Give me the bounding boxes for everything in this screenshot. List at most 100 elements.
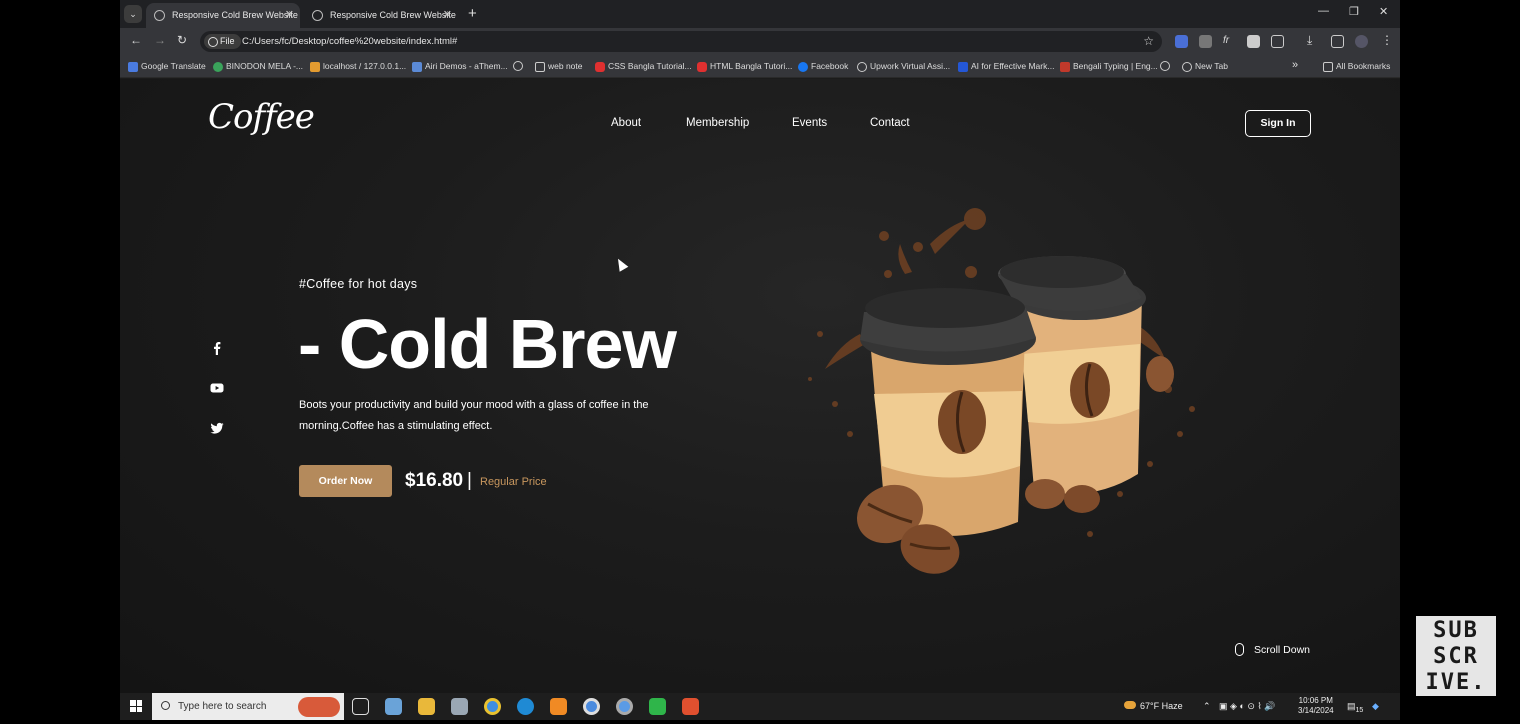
nav-events[interactable]: Events (792, 117, 827, 129)
edge-icon[interactable] (517, 698, 534, 715)
site-logo[interactable]: Coffee (208, 97, 315, 137)
bookmark-item-globe[interactable] (1160, 55, 1170, 78)
facebook-icon[interactable] (210, 341, 224, 355)
chrome-icon[interactable] (484, 698, 501, 715)
tab-inactive[interactable]: Responsive Cold Brew Website ✕ (304, 3, 458, 28)
minimize-button[interactable]: — (1318, 5, 1329, 17)
order-now-button[interactable]: Order Now (299, 465, 392, 497)
browser-window: ⌄ Responsive Cold Brew Website ✕ Respons… (120, 0, 1400, 693)
nav-contact[interactable]: Contact (870, 117, 910, 129)
notifications-icon[interactable]: ▤15 (1347, 693, 1363, 724)
bookmark-item[interactable]: HTML Bangla Tutori... (697, 55, 792, 78)
tab-strip: ⌄ Responsive Cold Brew Website ✕ Respons… (120, 0, 1400, 28)
camtasia-icon[interactable] (649, 698, 666, 715)
subscribe-watermark: SUB SCR IVE. (1416, 616, 1496, 696)
bookmarks-bar: Google Translate BINODON MELA -... local… (120, 55, 1400, 78)
windows-start-icon[interactable] (130, 700, 142, 712)
translate-extension-icon[interactable] (1175, 35, 1188, 48)
fx-extension-icon[interactable]: fr (1223, 35, 1236, 48)
search-placeholder: Type here to search (178, 701, 267, 712)
tab-title: Responsive Cold Brew Website (330, 10, 456, 20)
bookmark-item[interactable]: Facebook (798, 55, 848, 78)
tray-chevron-icon[interactable]: ⌃ (1203, 693, 1211, 720)
price-separator: | (467, 470, 472, 491)
bookmark-item[interactable]: BINODON MELA -... (213, 55, 303, 78)
bookmark-item-globe[interactable] (513, 55, 523, 78)
bookmark-item[interactable]: Airi Demos - aThem... (412, 55, 508, 78)
coffee-cups-illustration (808, 208, 1195, 574)
browser-toolbar: ← → ↻ File C:/Users/fc/Desktop/coffee%20… (120, 28, 1400, 55)
app-icon[interactable] (451, 698, 468, 715)
notification-count: 15 (1355, 706, 1364, 714)
scroll-down-label: Scroll Down (1254, 644, 1311, 656)
nav-membership[interactable]: Membership (686, 117, 749, 129)
mouse-cursor-icon (613, 256, 629, 272)
windows-taskbar: Type here to search 67°F Haze ⌃ ▣ ◈ ◐ ⊙ … (120, 693, 1400, 720)
hero-description: Boots your productivity and build your m… (299, 399, 649, 432)
sign-in-button[interactable]: Sign In (1245, 110, 1311, 137)
site-info-chip[interactable]: File (204, 34, 241, 49)
weather-widget[interactable]: 67°F Haze (1124, 693, 1183, 720)
bookmark-item[interactable]: AI for Effective Mark... (958, 55, 1054, 78)
task-view-icon[interactable] (352, 698, 369, 715)
nav-about[interactable]: About (611, 117, 641, 129)
bookmark-item[interactable]: Bengali Typing | Eng... (1060, 55, 1158, 78)
bookmark-item[interactable]: New Tab (1182, 55, 1228, 78)
extensions-puzzle-icon[interactable] (1271, 35, 1284, 48)
sublime-text-icon[interactable] (550, 698, 567, 715)
reload-button[interactable]: ↻ (177, 33, 187, 47)
bookmark-item[interactable]: CSS Bangla Tutorial... (595, 55, 692, 78)
forward-button[interactable]: → (154, 33, 166, 47)
close-tab-icon[interactable]: ✕ (443, 3, 452, 28)
close-window-button[interactable]: ✕ (1379, 5, 1388, 18)
youtube-icon[interactable] (210, 381, 224, 395)
mouse-icon (1235, 643, 1244, 656)
coffee-landing-page: Coffee About Membership Events Contact S… (120, 79, 1400, 693)
weather-icon (1124, 701, 1136, 709)
new-tab-button[interactable]: + (468, 5, 477, 22)
tab-active[interactable]: Responsive Cold Brew Website ✕ (146, 3, 300, 28)
chrome-profile-icon[interactable] (616, 698, 633, 715)
taskbar-clock[interactable]: 10:06 PM 3/14/2024 (1298, 696, 1334, 716)
download-icon[interactable]: ⤓ (1307, 33, 1312, 48)
recorder-icon[interactable] (682, 698, 699, 715)
regular-price-label: Regular Price (480, 476, 547, 488)
globe-icon (312, 10, 323, 21)
scroll-down-link[interactable]: Scroll Down (1235, 643, 1311, 656)
back-button[interactable]: ← (130, 33, 142, 47)
copilot-icon[interactable]: ◆ (1372, 693, 1379, 720)
watermark-line: IVE. (1425, 670, 1487, 695)
search-highlight-icon[interactable] (298, 697, 340, 717)
camera-extension-icon[interactable] (1199, 35, 1212, 48)
eyedropper-extension-icon[interactable] (1247, 35, 1260, 48)
watermark-line: SUB (1433, 618, 1479, 643)
hero-hashtag: #Coffee for hot days (299, 277, 418, 291)
bookmark-star-icon[interactable]: ☆ (1143, 34, 1154, 48)
twitter-icon[interactable] (210, 421, 224, 435)
tray-icons[interactable]: ▣ ◈ ◐ ⊙ ⌇ 🔊 (1219, 693, 1276, 720)
bookmark-item[interactable]: web note (535, 55, 583, 78)
maximize-button[interactable]: ❐ (1349, 5, 1359, 18)
weather-text: 67°F Haze (1140, 701, 1183, 711)
clock-time: 10:06 PM (1298, 696, 1333, 705)
more-bookmarks-chevron-icon[interactable]: » (1292, 59, 1298, 71)
bookmark-item[interactable]: Google Translate (128, 55, 206, 78)
tab-title: Responsive Cold Brew Website (172, 10, 298, 20)
browser-menu-icon[interactable]: ⋮ (1381, 33, 1393, 47)
hero-title: - Cold Brew (298, 305, 677, 383)
bookmark-item[interactable]: Upwork Virtual Assi... (857, 55, 950, 78)
side-panel-icon[interactable] (1331, 35, 1344, 48)
chrome-active-icon[interactable] (583, 698, 600, 715)
address-bar[interactable]: File C:/Users/fc/Desktop/coffee%20websit… (200, 31, 1162, 52)
close-tab-icon[interactable]: ✕ (285, 3, 294, 28)
bookmark-item[interactable]: localhost / 127.0.0.1... (310, 55, 406, 78)
watermark-line: SCR (1433, 644, 1479, 669)
file-explorer-icon[interactable] (418, 698, 435, 715)
price-value: $16.80 (405, 470, 464, 491)
url-text[interactable]: C:/Users/fc/Desktop/coffee%20website/ind… (242, 31, 457, 52)
search-icon (161, 701, 170, 710)
profile-avatar[interactable] (1355, 35, 1368, 48)
tab-search-button[interactable]: ⌄ (124, 5, 142, 23)
all-bookmarks-folder[interactable]: All Bookmarks (1323, 55, 1390, 78)
notepad-icon[interactable] (385, 698, 402, 715)
